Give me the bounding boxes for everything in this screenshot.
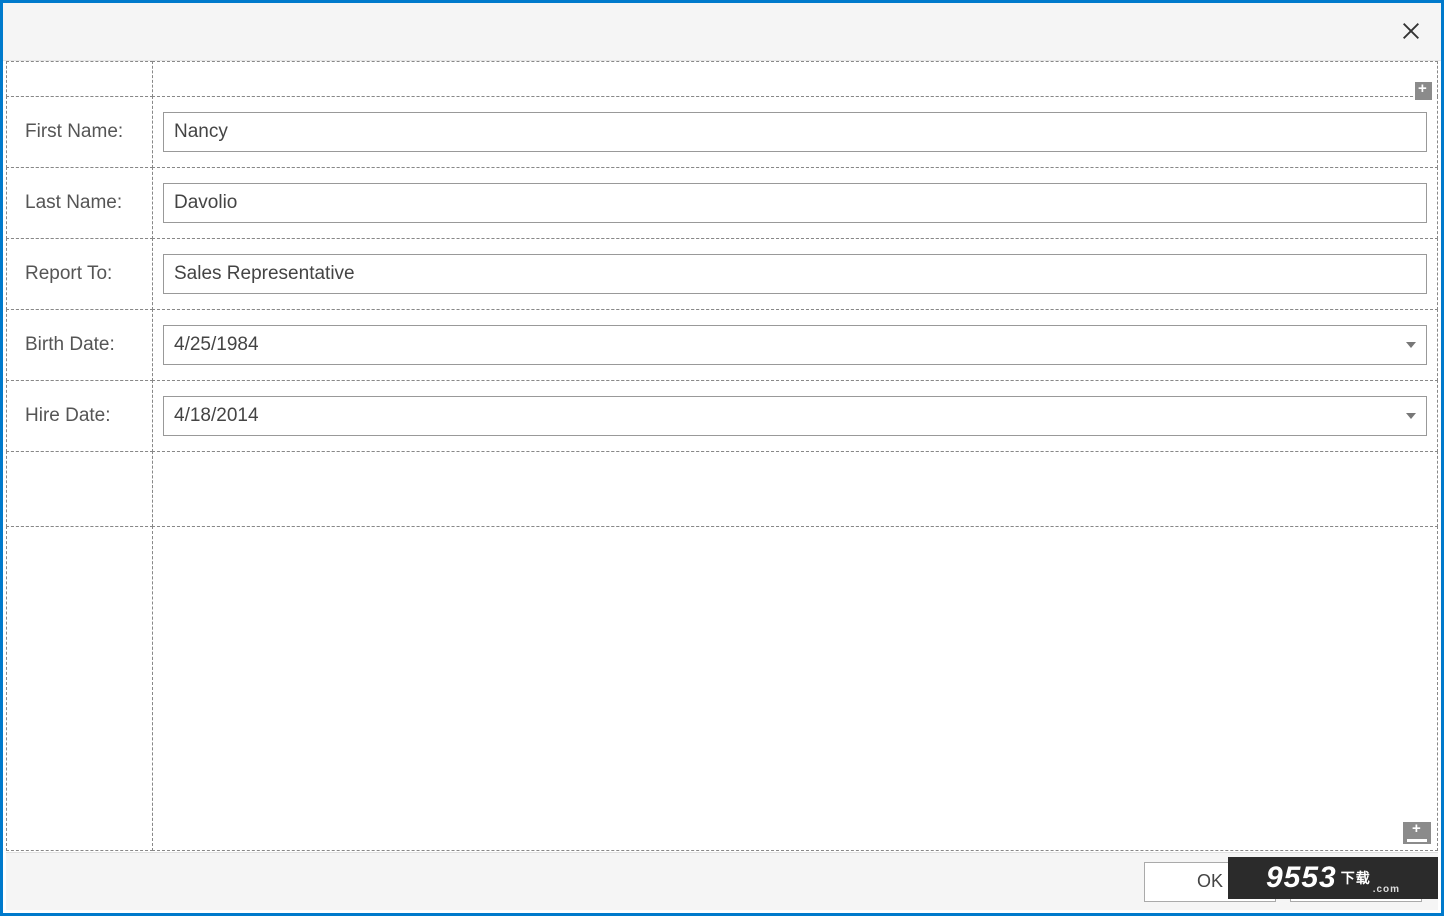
add-row-handle[interactable] <box>1403 822 1431 844</box>
designer-cell <box>6 61 153 97</box>
watermark-suffix: 下载 <box>1341 861 1371 895</box>
hire-date-value: 4/18/2014 <box>174 405 259 427</box>
birth-date-value: 4/25/1984 <box>174 334 259 356</box>
row-hire-date: Hire Date: 4/18/2014 <box>6 380 1438 452</box>
cell-report-to: Sales Representative <box>152 238 1438 310</box>
designer-cell <box>6 526 153 851</box>
chevron-down-icon <box>1406 342 1416 348</box>
cell-birth-date: 4/25/1984 <box>152 309 1438 381</box>
cell-hire-date: 4/18/2014 <box>152 380 1438 452</box>
row-birth-date: Birth Date: 4/25/1984 <box>6 309 1438 381</box>
label-hire-date: Hire Date: <box>6 380 153 452</box>
close-icon <box>1400 20 1422 42</box>
designer-cell <box>6 451 153 527</box>
chevron-down-icon <box>1406 413 1416 419</box>
form-designer: First Name: Nancy Last Name: Davolio Rep… <box>6 61 1438 851</box>
cell-first-name: Nancy <box>152 96 1438 168</box>
dialog-footer: OK Cancel <box>6 852 1438 910</box>
report-to-input[interactable]: Sales Representative <box>163 254 1427 294</box>
first-name-input[interactable]: Nancy <box>163 112 1427 152</box>
birth-date-picker[interactable]: 4/25/1984 <box>163 325 1427 365</box>
first-name-value: Nancy <box>174 121 228 143</box>
last-name-value: Davolio <box>174 192 237 214</box>
designer-spacer-row <box>6 451 1438 527</box>
designer-top-row <box>6 61 1438 97</box>
close-button[interactable] <box>1393 13 1429 49</box>
label-last-name: Last Name: <box>6 167 153 239</box>
row-report-to: Report To: Sales Representative <box>6 238 1438 310</box>
hire-date-picker[interactable]: 4/18/2014 <box>163 396 1427 436</box>
titlebar <box>3 3 1441 61</box>
label-report-to: Report To: <box>6 238 153 310</box>
ok-button-label: OK <box>1197 871 1223 892</box>
label-first-name: First Name: <box>6 96 153 168</box>
designer-cell <box>152 451 1438 527</box>
watermark-text: 9553 <box>1266 861 1337 895</box>
row-first-name: First Name: Nancy <box>6 96 1438 168</box>
designer-cell <box>152 526 1438 851</box>
last-name-input[interactable]: Davolio <box>163 183 1427 223</box>
label-birth-date: Birth Date: <box>6 309 153 381</box>
watermark-sub: .com <box>1373 885 1400 899</box>
cell-last-name: Davolio <box>152 167 1438 239</box>
designer-fill-area <box>6 526 1438 851</box>
dialog-window: First Name: Nancy Last Name: Davolio Rep… <box>0 0 1444 916</box>
row-last-name: Last Name: Davolio <box>6 167 1438 239</box>
report-to-value: Sales Representative <box>174 263 355 285</box>
add-column-handle[interactable] <box>1415 82 1437 100</box>
designer-cell <box>152 61 1438 97</box>
watermark-badge: 9553 下载 .com <box>1228 857 1438 899</box>
